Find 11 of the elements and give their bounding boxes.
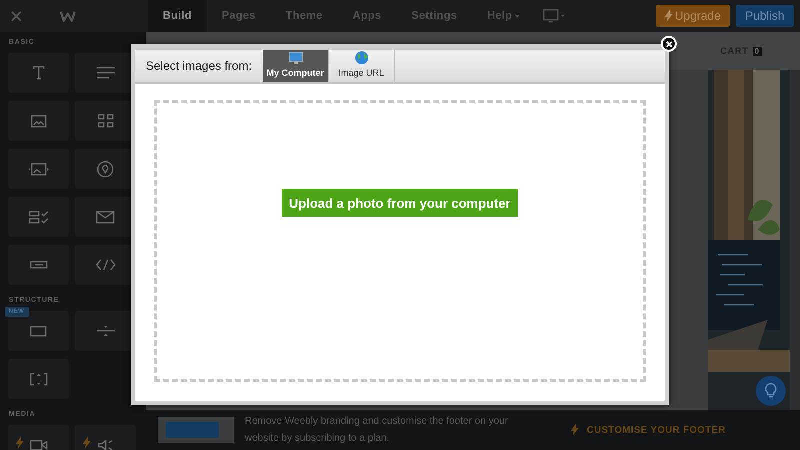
upgrade-button[interactable]: Upgrade: [656, 5, 730, 27]
footer-message: Remove Weebly branding and customise the footer on your website by subscribing to a plan.: [245, 415, 510, 446]
customise-footer-link[interactable]: CUSTOMISE YOUR FOOTER: [571, 424, 726, 436]
nav-tab[interactable]: Build: [148, 0, 207, 32]
source-tab[interactable]: My Computer: [263, 50, 330, 82]
cart-count: 0: [752, 46, 762, 56]
publish-button[interactable]: Publish: [736, 5, 794, 27]
drop-area[interactable]: Upload a photo from your computer: [154, 100, 646, 382]
source-prompt: Select images from:: [146, 59, 252, 73]
upload-button[interactable]: Upload a photo from your computer: [282, 189, 518, 217]
source-tab[interactable]: Image URL: [329, 50, 396, 82]
